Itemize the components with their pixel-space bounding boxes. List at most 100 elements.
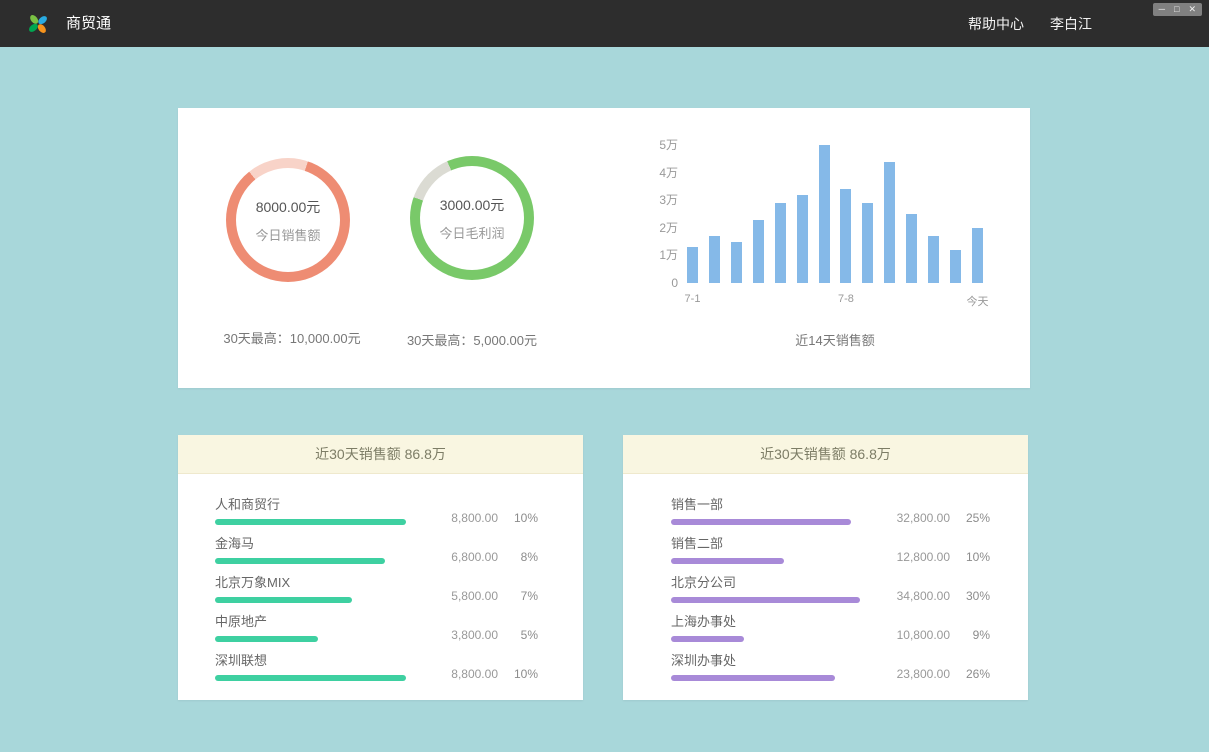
window-controls: ─ □ ✕	[1153, 3, 1202, 16]
item-name: 上海办事处	[671, 614, 862, 629]
department-panel-title: 近30天销售额 86.8万	[623, 435, 1028, 474]
item-percent: 10%	[508, 667, 538, 681]
maximize-button[interactable]: □	[1174, 4, 1179, 15]
today-profit-label: 今日毛利润	[439, 223, 504, 242]
sales-list-item: 深圳办事处 23,800.00 26%	[671, 642, 990, 681]
sales-bar	[797, 195, 808, 283]
customer-sales-panel: 近30天销售额 86.8万 人和商贸行8,800.0010%金海马6,800.0…	[178, 435, 583, 700]
today-profit-ring-center: 3000.00元 今日毛利润	[410, 156, 534, 280]
minimize-button[interactable]: ─	[1159, 4, 1165, 15]
today-sales-widget: 8000.00元 今日销售额	[226, 158, 350, 282]
y-tick-label: 1万	[648, 248, 678, 262]
customer-panel-title: 近30天销售额 86.8万	[178, 435, 583, 474]
item-amount: 10,800.00	[897, 628, 950, 642]
item-amount: 12,800.00	[897, 550, 950, 564]
sales-list-item: 深圳联想8,800.0010%	[215, 642, 538, 681]
x-tick-label: 7-1	[685, 293, 701, 305]
item-progress-bar	[671, 675, 862, 681]
item-progress-fill	[215, 558, 385, 564]
app-logo-pinwheel-icon	[26, 12, 50, 36]
item-progress-bar	[215, 519, 410, 525]
profit-30day-max-note: 30天最高：5,000.00元	[358, 330, 586, 349]
item-name: 深圳办事处	[671, 653, 862, 668]
sales-bar	[753, 220, 764, 283]
item-amount: 8,800.00	[451, 511, 498, 525]
overview-card: 8000.00元 今日销售额 30天最高：10,000.00元 3000.00元…	[178, 108, 1030, 388]
department-panel-list: 销售一部32,800.0025%销售二部12,800.0010%北京分公司34,…	[623, 474, 1028, 681]
sales-bar	[906, 214, 917, 283]
item-percent: 7%	[508, 589, 538, 603]
sales-bar	[819, 145, 830, 283]
item-amount: 32,800.00	[897, 511, 950, 525]
today-sales-value: 8000.00元	[256, 197, 321, 217]
today-profit-value: 3000.00元	[440, 195, 505, 215]
sales-list-item: 销售二部12,800.0010%	[671, 525, 990, 564]
sales-list-item: 人和商贸行 8,800.00 10%	[215, 486, 538, 525]
item-name: 人和商贸行	[215, 497, 410, 512]
sales-bar	[709, 236, 720, 283]
item-progress-bar	[215, 636, 410, 642]
item-name: 金海马	[215, 536, 410, 551]
item-name: 销售二部	[671, 536, 862, 551]
item-progress-bar	[215, 597, 410, 603]
close-button[interactable]: ✕	[1188, 4, 1196, 15]
item-amount: 5,800.00	[451, 589, 498, 603]
item-progress-fill	[671, 519, 851, 525]
bar-chart-title: 近14天销售额	[687, 330, 983, 349]
item-name: 北京万象MIX	[215, 575, 410, 590]
item-progress-fill	[671, 597, 860, 603]
help-center-link[interactable]: 帮助中心	[968, 14, 1024, 34]
item-name: 北京分公司	[671, 575, 862, 590]
y-tick-label: 5万	[648, 138, 678, 152]
customer-panel-list: 人和商贸行8,800.0010%金海马6,800.008%北京万象MIX5,80…	[178, 474, 583, 681]
item-amount: 8,800.00	[451, 667, 498, 681]
item-progress-bar	[671, 519, 862, 525]
today-sales-ring-center: 8000.00元 今日销售额	[226, 158, 350, 282]
item-name: 中原地产	[215, 614, 410, 629]
sales-list-item: 销售一部 32,800.00 25%	[671, 486, 990, 525]
item-progress-bar	[671, 597, 862, 603]
sales-bar	[884, 162, 895, 283]
item-percent: 9%	[960, 628, 990, 642]
sales-list-item: 北京万象MIX 5,800.00 7%	[215, 564, 538, 603]
sales-list-item: 北京分公司34,800.0030%	[671, 564, 990, 603]
sales-bar	[775, 203, 786, 283]
item-progress-fill	[215, 675, 406, 681]
item-percent: 10%	[508, 511, 538, 525]
item-progress-fill	[671, 636, 744, 642]
sales-14day-chart: 5万4万3万2万1万0 7-17-8今天 近14天销售额	[648, 138, 1008, 358]
x-tick-label: 7-8	[838, 293, 854, 305]
item-percent: 25%	[960, 511, 990, 525]
sales-bar	[972, 228, 983, 283]
department-sales-panel: 近30天销售额 86.8万 销售一部 32,800.00 25% 销售二部 12,800…	[623, 435, 1028, 700]
sales-bar	[687, 247, 698, 283]
today-sales-label: 今日销售额	[255, 225, 320, 244]
app-title: 商贸通	[66, 0, 111, 47]
x-tick-label: 今天	[967, 293, 989, 309]
item-amount: 23,800.00	[897, 667, 950, 681]
item-percent: 26%	[960, 667, 990, 681]
bar-chart-xlabels: 7-17-8今天	[687, 293, 983, 309]
titlebar-menu: 帮助中心 李白江	[968, 0, 1092, 47]
item-progress-bar	[215, 558, 410, 564]
sales-list-item: 金海马6,800.008%	[215, 525, 538, 564]
today-profit-ring: 3000.00元 今日毛利润	[410, 156, 534, 280]
item-percent: 5%	[508, 628, 538, 642]
titlebar: 商贸通 帮助中心 李白江 ─ □ ✕	[0, 0, 1209, 47]
item-progress-fill	[671, 675, 835, 681]
sales-bar	[950, 250, 961, 283]
item-progress-bar	[671, 558, 862, 564]
item-progress-bar	[671, 636, 862, 642]
item-progress-fill	[215, 636, 318, 642]
current-user-link[interactable]: 李白江	[1050, 14, 1092, 34]
sales-bar	[928, 236, 939, 283]
item-name: 销售一部	[671, 497, 862, 512]
item-amount: 3,800.00	[451, 628, 498, 642]
item-percent: 8%	[508, 550, 538, 564]
item-progress-fill	[671, 558, 784, 564]
today-sales-ring: 8000.00元 今日销售额	[226, 158, 350, 282]
item-progress-bar	[215, 675, 410, 681]
item-progress-fill	[215, 597, 352, 603]
app-window: 商贸通 帮助中心 李白江 ─ □ ✕ 8000.00元 今日销售额 30天最高：…	[0, 0, 1209, 752]
item-percent: 30%	[960, 589, 990, 603]
